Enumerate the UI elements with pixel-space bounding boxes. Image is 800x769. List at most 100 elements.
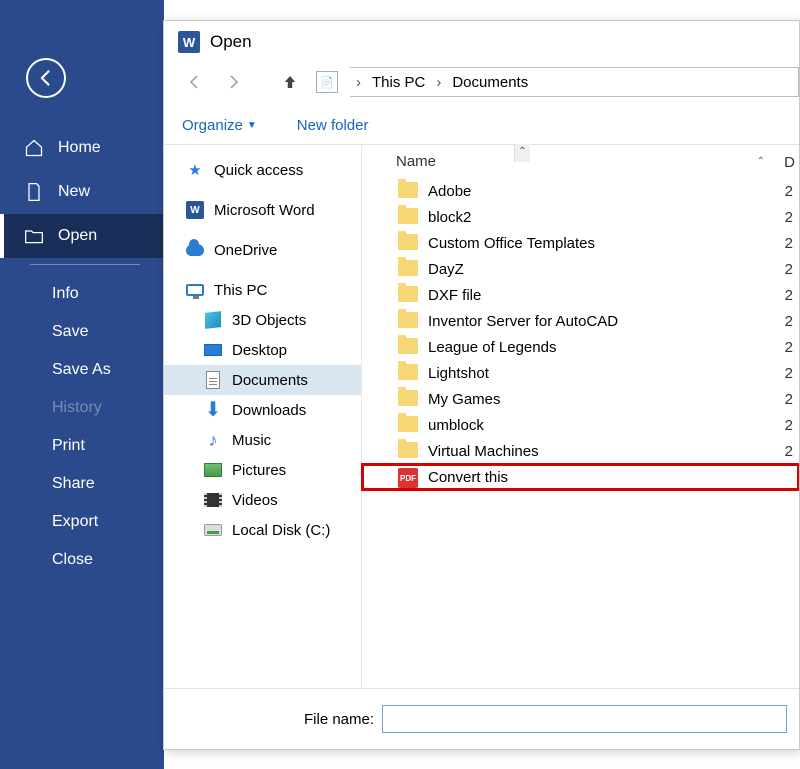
open-file-dialog: W Open 📄 › This PC › Documents Organize▼… [163, 20, 800, 750]
open-folder-icon [24, 226, 44, 246]
breadcrumb-thispc[interactable]: This PC [365, 72, 432, 93]
dialog-title: Open [210, 32, 252, 52]
divider [30, 264, 140, 265]
pictures-icon [204, 463, 222, 477]
location-icon[interactable]: 📄 [316, 71, 338, 93]
file-meta: 2 [785, 261, 799, 278]
list-header[interactable]: Name ⌃ [362, 145, 799, 178]
list-row[interactable]: Lightshot2 [362, 360, 799, 386]
list-row[interactable]: My Games2 [362, 386, 799, 412]
tree-item-label: Documents [232, 372, 308, 389]
sidebar-sub-print[interactable]: Print [0, 427, 164, 465]
folder-icon [398, 208, 418, 224]
tree-item-label: Videos [232, 492, 278, 509]
file-meta: 2 [785, 443, 799, 460]
list-row[interactable]: League of Legends2 [362, 334, 799, 360]
sidebar-sub-save[interactable]: Save [0, 313, 164, 351]
list-row[interactable]: block2 2 [362, 204, 799, 230]
nav-up-button[interactable] [276, 68, 304, 96]
sidebar-item-new[interactable]: New [0, 170, 164, 214]
tree-item-cdisk[interactable]: Local Disk (C:) [164, 515, 361, 545]
file-meta: 2 [785, 417, 799, 434]
folder-icon [398, 442, 418, 458]
new-doc-icon [24, 182, 44, 202]
file-name: block2 [428, 209, 471, 226]
tree-item-onedrive[interactable]: OneDrive [164, 235, 361, 265]
nav-forward-button[interactable] [220, 68, 248, 96]
nav-back-button[interactable] [180, 68, 208, 96]
file-name: Inventor Server for AutoCAD [428, 313, 618, 330]
tree-item-music[interactable]: ♪Music [164, 425, 361, 455]
sidebar-item-label: Home [58, 139, 101, 157]
tree-item-msword[interactable]: W Microsoft Word [164, 195, 361, 225]
list-row[interactable]: Inventor Server for AutoCAD2 [362, 308, 799, 334]
list-row[interactable]: umblock 2 [362, 412, 799, 438]
breadcrumb-documents[interactable]: Documents [445, 72, 535, 93]
pdf-icon: PDF [398, 468, 418, 488]
sidebar-item-label: Open [58, 227, 97, 245]
folder-icon [398, 234, 418, 250]
list-row[interactable]: PDFConvert this [362, 464, 799, 490]
file-list[interactable]: Name ⌃ D Adobe2 block2 2 Custom Office Temp… [362, 145, 799, 688]
tree-item-3d[interactable]: 3D Objects [164, 305, 361, 335]
folder-tree[interactable]: ★Quick access W Microsoft Word OneDrive This… [164, 145, 362, 688]
file-name: DXF file [428, 287, 481, 304]
dialog-toolbar: Organize▼ New folder [164, 107, 799, 145]
tree-item-pictures[interactable]: Pictures [164, 455, 361, 485]
tree-item-label: Pictures [232, 462, 286, 479]
new-folder-button[interactable]: New folder [297, 117, 369, 134]
folder-icon [398, 286, 418, 302]
sidebar-sub-export[interactable]: Export [0, 503, 164, 541]
cube-icon [205, 311, 221, 329]
sidebar-sub-saveas[interactable]: Save As [0, 351, 164, 389]
list-row[interactable]: DayZ 2 [362, 256, 799, 282]
folder-icon [398, 364, 418, 380]
monitor-icon [186, 284, 204, 296]
tree-item-label: Downloads [232, 402, 306, 419]
documents-icon [206, 371, 220, 389]
file-name: DayZ [428, 261, 464, 278]
chevron-down-icon: ▼ [247, 120, 257, 131]
tree-item-videos[interactable]: Videos [164, 485, 361, 515]
folder-icon [398, 260, 418, 276]
file-meta: 2 [785, 391, 799, 408]
folder-icon [398, 416, 418, 432]
file-name: umblock [428, 417, 484, 434]
word-backstage-sidebar: Home New Open Info Save Save As History … [0, 0, 164, 769]
tree-item-downloads[interactable]: ⬇Downloads [164, 395, 361, 425]
column-d[interactable]: D [784, 154, 795, 171]
sort-indicator-icon: ⌃ [757, 156, 765, 167]
file-name-input[interactable] [382, 705, 787, 733]
tree-item-label: Desktop [232, 342, 287, 359]
sidebar-sub-info[interactable]: Info [0, 275, 164, 313]
sidebar-item-open[interactable]: Open [0, 214, 164, 258]
home-icon [24, 138, 44, 158]
tree-item-documents[interactable]: Documents [164, 365, 361, 395]
list-row[interactable]: Virtual Machines2 [362, 438, 799, 464]
list-row[interactable]: DXF file2 [362, 282, 799, 308]
file-meta: 2 [785, 183, 799, 200]
dialog-footer: File name: [164, 688, 799, 749]
folder-icon [398, 390, 418, 406]
back-button[interactable] [26, 58, 66, 98]
sidebar-item-home[interactable]: Home [0, 126, 164, 170]
sidebar-item-label: New [58, 183, 90, 201]
organize-dropdown[interactable]: Organize▼ [182, 117, 257, 134]
list-row[interactable]: Adobe2 [362, 178, 799, 204]
sidebar-sub-share[interactable]: Share [0, 465, 164, 503]
tree-item-thispc[interactable]: This PC [164, 275, 361, 305]
tree-item-desktop[interactable]: Desktop [164, 335, 361, 365]
tree-item-label: Music [232, 432, 271, 449]
tree-item-label: Microsoft Word [214, 202, 315, 219]
tree-item-quick[interactable]: ★Quick access [164, 155, 361, 185]
column-name[interactable]: Name [396, 153, 436, 170]
address-bar[interactable]: › This PC › Documents [350, 67, 799, 97]
file-meta: 2 [785, 209, 799, 226]
word-icon: W [186, 201, 204, 219]
list-row[interactable]: Custom Office Templates2 [362, 230, 799, 256]
tree-item-label: Local Disk (C:) [232, 522, 330, 539]
sidebar-sub-close[interactable]: Close [0, 541, 164, 579]
file-meta: 2 [785, 339, 799, 356]
file-name-label: File name: [304, 711, 374, 728]
tree-item-label: OneDrive [214, 242, 277, 259]
